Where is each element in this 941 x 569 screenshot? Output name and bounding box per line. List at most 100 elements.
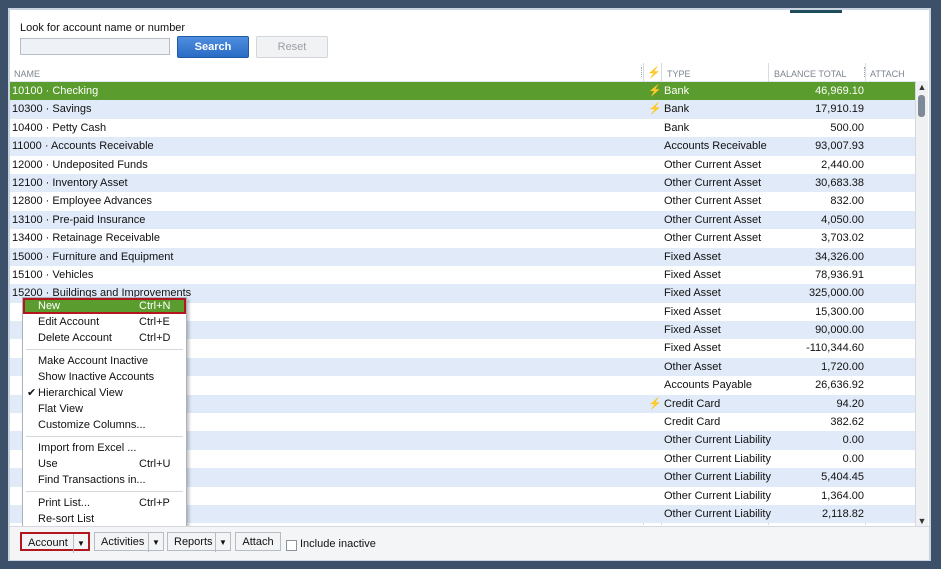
menu-item[interactable]: Find Transactions in... bbox=[23, 472, 186, 488]
account-balance: 2,440.00 bbox=[821, 158, 864, 171]
table-row[interactable]: 13400 · Retainage Receivable Other Curren… bbox=[10, 229, 915, 248]
include-inactive-label: Include inactive bbox=[300, 538, 376, 550]
account-type: Other Current Asset bbox=[664, 176, 762, 189]
table-row[interactable]: 15100 · Vehicles Fixed Asset 78,936.91 bbox=[10, 265, 915, 285]
account-balance: 325,000.00 bbox=[808, 287, 864, 300]
account-type: Credit Card bbox=[664, 416, 721, 429]
account-balance: 30,683.38 bbox=[815, 176, 864, 189]
account-balance: -110,344.60 bbox=[806, 342, 864, 355]
account-balance: 17,910.19 bbox=[815, 103, 864, 116]
menu-item-label: Edit Account bbox=[38, 316, 100, 328]
account-balance: 0.00 bbox=[842, 452, 864, 465]
bottom-toolbar: Account ▼ Activities ▼ Reports ▼ Attach … bbox=[10, 526, 929, 560]
account-type: Fixed Asset bbox=[664, 250, 721, 263]
menu-item-label: Customize Columns... bbox=[38, 419, 146, 431]
account-type: Bank bbox=[664, 121, 690, 134]
account-type: Other Current Asset bbox=[664, 213, 762, 226]
table-row[interactable]: 13100 · Pre-paid Insurance Other Current … bbox=[10, 210, 915, 230]
table-row[interactable]: 10400 · Petty Cash Bank 500.00 bbox=[10, 118, 915, 138]
reset-button[interactable]: Reset bbox=[256, 36, 328, 58]
column-header-type[interactable]: TYPE bbox=[667, 69, 691, 79]
reports-button-label: Reports bbox=[174, 536, 213, 548]
account-type: Other Current Liability bbox=[664, 507, 771, 520]
menu-item[interactable]: Customize Columns... bbox=[23, 417, 186, 433]
online-banking-icon: ⚡ bbox=[648, 103, 662, 116]
include-inactive-checkbox[interactable] bbox=[286, 540, 297, 551]
dropdown-arrow-icon[interactable]: ▼ bbox=[215, 533, 230, 552]
table-row[interactable]: 12800 · Employee Advances Other Current A… bbox=[10, 192, 915, 211]
account-menu: New Ctrl+N Edit Account Ctrl+E Delete Accoun… bbox=[22, 297, 187, 529]
menu-item[interactable]: Flat View bbox=[23, 401, 186, 417]
column-header-balance[interactable]: BALANCE TOTAL bbox=[774, 69, 847, 79]
menu-item[interactable]: New Ctrl+N bbox=[23, 298, 186, 314]
dropdown-arrow-icon[interactable]: ▼ bbox=[73, 534, 88, 553]
attach-button[interactable]: Attach bbox=[235, 532, 281, 551]
menu-item[interactable]: Delete Account Ctrl+D bbox=[23, 330, 186, 346]
menu-item[interactable]: Use Ctrl+U bbox=[23, 456, 186, 472]
account-type: Accounts Receivable bbox=[664, 140, 767, 153]
account-balance: 3,703.02 bbox=[821, 232, 864, 245]
menu-item-label: Use bbox=[38, 458, 58, 470]
account-type: Bank bbox=[664, 103, 690, 116]
menu-item-label: New bbox=[38, 300, 61, 312]
table-row[interactable]: 15000 · Furniture and Equipment Fixed Ass… bbox=[10, 247, 915, 266]
account-balance: 93,007.93 bbox=[815, 140, 864, 153]
table-row[interactable]: 12100 · Inventory Asset Other Current Ass… bbox=[10, 173, 915, 193]
search-input[interactable] bbox=[20, 38, 170, 55]
account-type: Bank bbox=[664, 85, 690, 97]
activities-button-label: Activities bbox=[101, 536, 145, 548]
dropdown-arrow-icon[interactable]: ▼ bbox=[148, 533, 163, 552]
menu-separator bbox=[26, 349, 183, 350]
scroll-up-icon[interactable]: ▲ bbox=[916, 81, 928, 93]
account-type: Accounts Payable bbox=[664, 379, 753, 392]
online-banking-icon: ⚡ bbox=[648, 85, 662, 97]
account-type: Fixed Asset bbox=[664, 324, 721, 337]
account-name: 10300 · Savings bbox=[12, 103, 92, 116]
menu-item[interactable]: Re-sort List bbox=[23, 511, 186, 527]
menu-item[interactable]: ✔ Hierarchical View bbox=[23, 385, 186, 401]
menu-item[interactable]: Edit Account Ctrl+E bbox=[23, 314, 186, 330]
menu-item-label: Print List... bbox=[38, 497, 90, 509]
menu-item-shortcut: Ctrl+N bbox=[139, 300, 171, 312]
menu-item-label: Flat View bbox=[38, 403, 84, 415]
menu-item-label: Find Transactions in... bbox=[38, 474, 146, 486]
menu-item[interactable]: Import from Excel ... bbox=[23, 440, 186, 456]
account-balance: 0.00 bbox=[842, 434, 864, 447]
menu-item[interactable]: Print List... Ctrl+P bbox=[23, 495, 186, 511]
account-type: Fixed Asset bbox=[664, 342, 721, 355]
activities-menu-button[interactable]: Activities ▼ bbox=[94, 532, 164, 552]
menu-item-label: Delete Account bbox=[38, 332, 112, 344]
account-name: 12800 · Employee Advances bbox=[12, 195, 153, 208]
menu-item[interactable]: Show Inactive Accounts bbox=[23, 369, 186, 385]
vertical-scrollbar[interactable]: ▲ ▼ bbox=[915, 81, 928, 527]
checkmark-icon: ✔ bbox=[27, 387, 37, 399]
account-balance: 94.20 bbox=[836, 397, 864, 410]
column-header-attach[interactable]: ATTACH bbox=[870, 69, 905, 79]
account-balance: 90,000.00 bbox=[815, 324, 864, 337]
account-balance: 1,720.00 bbox=[821, 360, 864, 373]
reports-menu-button[interactable]: Reports ▼ bbox=[167, 532, 231, 552]
menu-item[interactable]: Make Account Inactive bbox=[23, 353, 186, 369]
account-type: Other Current Asset bbox=[664, 158, 762, 171]
table-row[interactable]: 12000 · Undeposited Funds Other Current A… bbox=[10, 155, 915, 174]
account-type: Fixed Asset bbox=[664, 287, 721, 300]
table-row[interactable]: 10100 · Checking ⚡ Bank 46,969.10 bbox=[10, 82, 915, 101]
column-header-bolt-icon[interactable]: ⚡ bbox=[647, 66, 661, 79]
table-row[interactable]: 11000 · Accounts Receivable Accounts Rece… bbox=[10, 137, 915, 156]
account-name: 12100 · Inventory Asset bbox=[12, 176, 128, 189]
account-name: 15000 · Furniture and Equipment bbox=[12, 250, 174, 263]
account-type: Other Current Asset bbox=[664, 232, 762, 245]
account-balance: 46,969.10 bbox=[815, 85, 864, 97]
column-header-name[interactable]: NAME bbox=[14, 69, 40, 79]
scroll-thumb[interactable] bbox=[918, 95, 925, 117]
online-banking-icon: ⚡ bbox=[648, 397, 662, 410]
account-type: Other Asset bbox=[664, 360, 722, 373]
menu-item-label: Hierarchical View bbox=[38, 387, 123, 399]
menu-item-shortcut: Ctrl+P bbox=[139, 497, 170, 509]
menu-separator bbox=[26, 436, 183, 437]
account-balance: 5,404.45 bbox=[821, 471, 864, 484]
search-button[interactable]: Search bbox=[177, 36, 249, 58]
table-row[interactable]: 10300 · Savings ⚡ Bank 17,910.19 bbox=[10, 100, 915, 119]
account-name: 11000 · Accounts Receivable bbox=[12, 140, 154, 153]
account-menu-button[interactable]: Account ▼ bbox=[20, 532, 90, 553]
